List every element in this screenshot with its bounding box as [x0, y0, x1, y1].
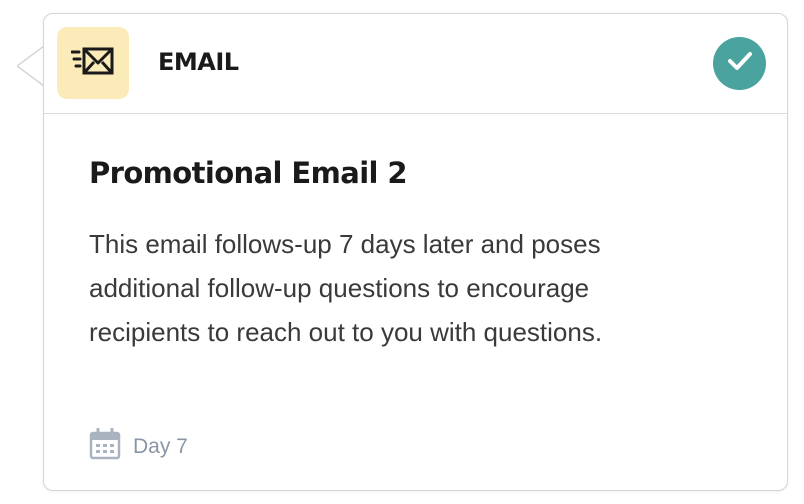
envelope-speed-icon: [70, 44, 115, 83]
email-step-card[interactable]: EMAIL Promotional Email 2 This email fol…: [43, 13, 788, 491]
card-header: EMAIL: [44, 14, 787, 114]
calendar-icon: [89, 427, 121, 465]
check-icon: [727, 50, 753, 77]
card-type-label: EMAIL: [158, 48, 239, 76]
schedule-footer: Day 7: [89, 427, 188, 465]
email-type-icon-tile: [57, 27, 129, 99]
email-title: Promotional Email 2: [89, 156, 408, 190]
completed-status-badge[interactable]: [713, 37, 766, 90]
schedule-day-label: Day 7: [133, 434, 188, 458]
email-description: This email follows-up 7 days later and p…: [89, 229, 603, 347]
